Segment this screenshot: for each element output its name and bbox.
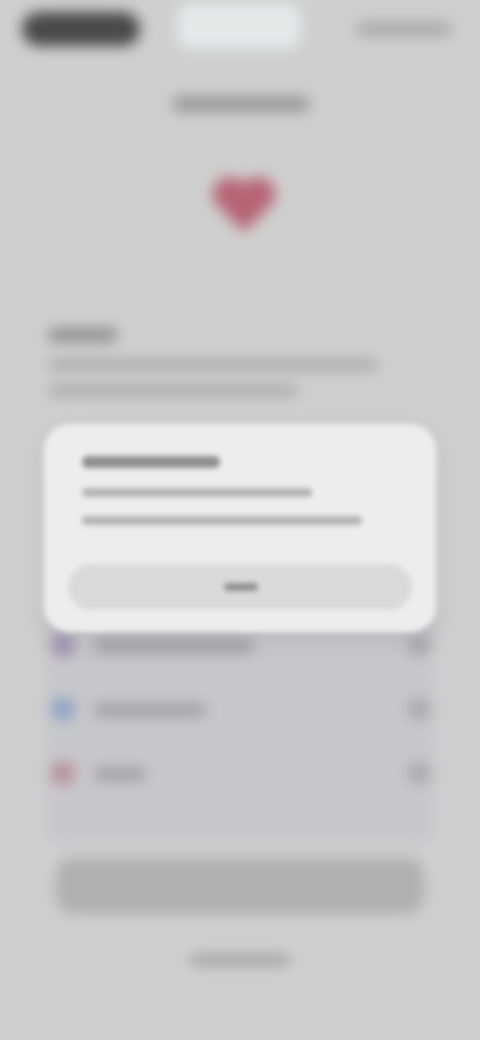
alert-dialog — [44, 424, 436, 632]
alert-title — [82, 456, 220, 468]
alert-ok-button[interactable] — [68, 564, 412, 610]
alert-message-line — [82, 516, 362, 525]
screen — [0, 0, 480, 1040]
alert-button-label — [224, 583, 258, 591]
alert-message-line — [82, 488, 312, 497]
